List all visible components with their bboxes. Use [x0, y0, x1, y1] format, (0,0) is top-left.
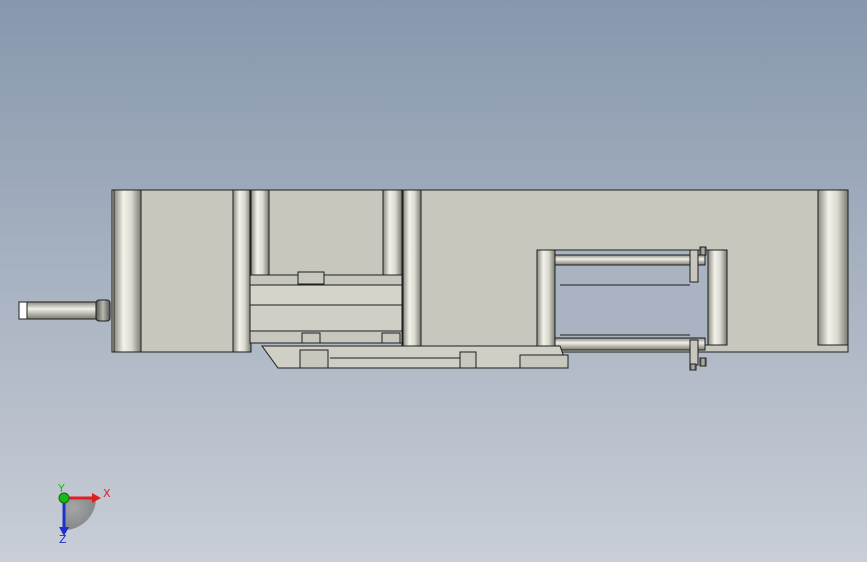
lower-rod — [554, 337, 706, 351]
upper-rod-bracket — [689, 249, 699, 283]
upper-rod — [554, 254, 706, 266]
inner-rail-1 — [249, 284, 403, 306]
carriage-block-3 — [519, 354, 569, 369]
upper-guide-block — [297, 271, 325, 285]
upper-guide-rail — [249, 274, 403, 286]
lower-rod-bracket — [689, 339, 699, 366]
center-block-pillar-left — [402, 189, 422, 353]
y-axis-label: Y — [57, 482, 65, 495]
lower-guide-block — [301, 332, 321, 344]
left-block-pillar-outer — [113, 189, 142, 353]
carriage-block-1 — [299, 349, 329, 369]
lower-guide-rail — [249, 330, 403, 344]
shaft-end-cap — [18, 301, 28, 320]
rod-end-nut-top — [699, 246, 707, 256]
rod-end-nut-small — [689, 363, 697, 371]
lower-guide-block-2 — [381, 332, 401, 344]
middle-pillar-left — [250, 189, 270, 276]
assembly-model[interactable] — [18, 189, 849, 371]
z-axis-label: Z — [59, 533, 67, 546]
x-axis-label: X — [103, 487, 111, 500]
window-left-pillar — [536, 249, 556, 353]
carriage-block-2 — [459, 351, 477, 369]
middle-pillar-right — [382, 189, 403, 276]
rod-end-nut-bottom — [699, 357, 707, 367]
shaft — [26, 301, 97, 320]
middle-frame — [249, 189, 403, 276]
window-right-pillar — [707, 249, 728, 346]
shaft-collar — [95, 299, 111, 322]
left-block-pillar-inner — [232, 189, 252, 353]
cad-graphics-viewport[interactable]: X Y Z — [0, 0, 867, 562]
cad-scene[interactable]: X Y Z — [0, 0, 867, 562]
inner-rail-2 — [249, 304, 403, 332]
right-end-pillar — [817, 189, 849, 346]
